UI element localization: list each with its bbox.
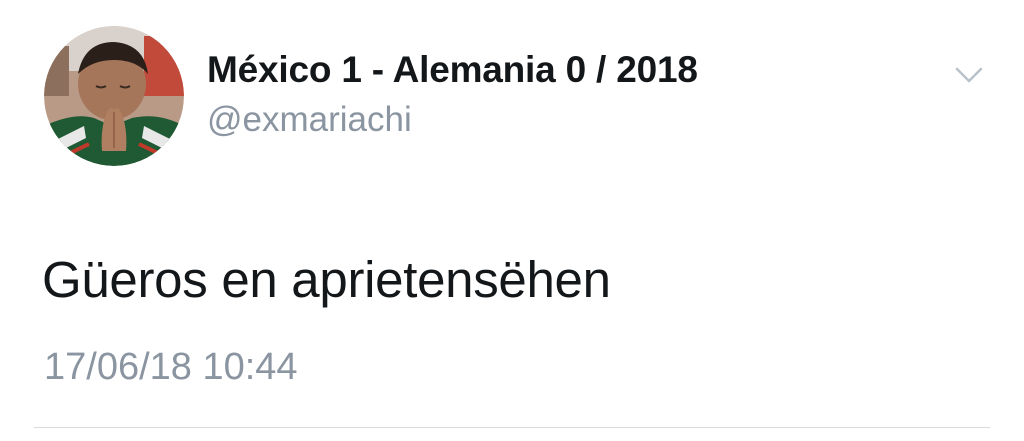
divider [34,427,990,428]
avatar-image [44,26,184,166]
tweet-card[interactable]: México 1 - Alemania 0 / 2018 @exmariachi… [0,0,1024,441]
more-options-button[interactable] [948,60,990,92]
display-name[interactable]: México 1 - Alemania 0 / 2018 [207,49,698,91]
tweet-text: Güeros en aprietensëhen [42,251,611,308]
avatar[interactable] [44,26,184,166]
chevron-down-icon [955,67,983,83]
user-handle[interactable]: @exmariachi [207,100,412,140]
tweet-timestamp[interactable]: 17/06/18 10:44 [44,346,298,389]
